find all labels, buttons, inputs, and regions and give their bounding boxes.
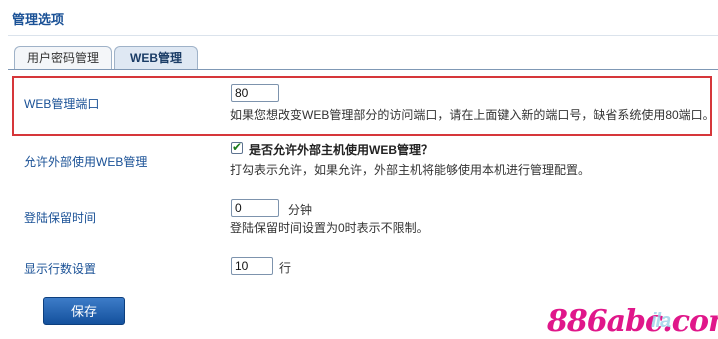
login-timeout-unit: 分钟	[288, 203, 313, 217]
watermark-text: 886abc.com	[547, 304, 718, 339]
rows-per-page-input[interactable]	[231, 257, 273, 275]
tab-web-management[interactable]: WEB管理	[114, 46, 198, 70]
watermark-logo: 886abc.com ila	[547, 304, 718, 339]
tab-bar-divider	[8, 69, 718, 70]
login-timeout-hint: 登陆保留时间设置为0时表示不限制。	[230, 221, 429, 235]
external-access-checkbox[interactable]: ✔	[231, 140, 243, 154]
save-button[interactable]: 保存	[43, 297, 125, 325]
web-port-label: WEB管理端口	[24, 97, 100, 111]
title-divider	[8, 35, 718, 36]
rows-per-page-unit: 行	[279, 261, 292, 275]
page-title: 管理选项	[12, 12, 65, 27]
external-access-hint: 打勾表示允许，如果允许，外部主机将能够使用本机进行管理配置。	[230, 163, 591, 177]
login-timeout-input[interactable]	[231, 199, 279, 217]
checkmark-icon: ✔	[232, 140, 243, 154]
external-access-checkbox-label[interactable]: 是否允许外部主机使用WEB管理？	[249, 141, 433, 158]
watermark-ghost-text: ila	[651, 310, 671, 332]
web-port-hint: 如果您想改变WEB管理部分的访问端口，请在上面键入新的端口号，缺省系统使用80端…	[230, 108, 715, 122]
external-access-label: 允许外部使用WEB管理	[24, 155, 148, 169]
tab-user-password[interactable]: 用户密码管理	[14, 46, 112, 69]
web-port-input[interactable]	[231, 84, 279, 102]
rows-per-page-label: 显示行数设置	[24, 262, 97, 276]
login-timeout-label: 登陆保留时间	[24, 211, 97, 225]
